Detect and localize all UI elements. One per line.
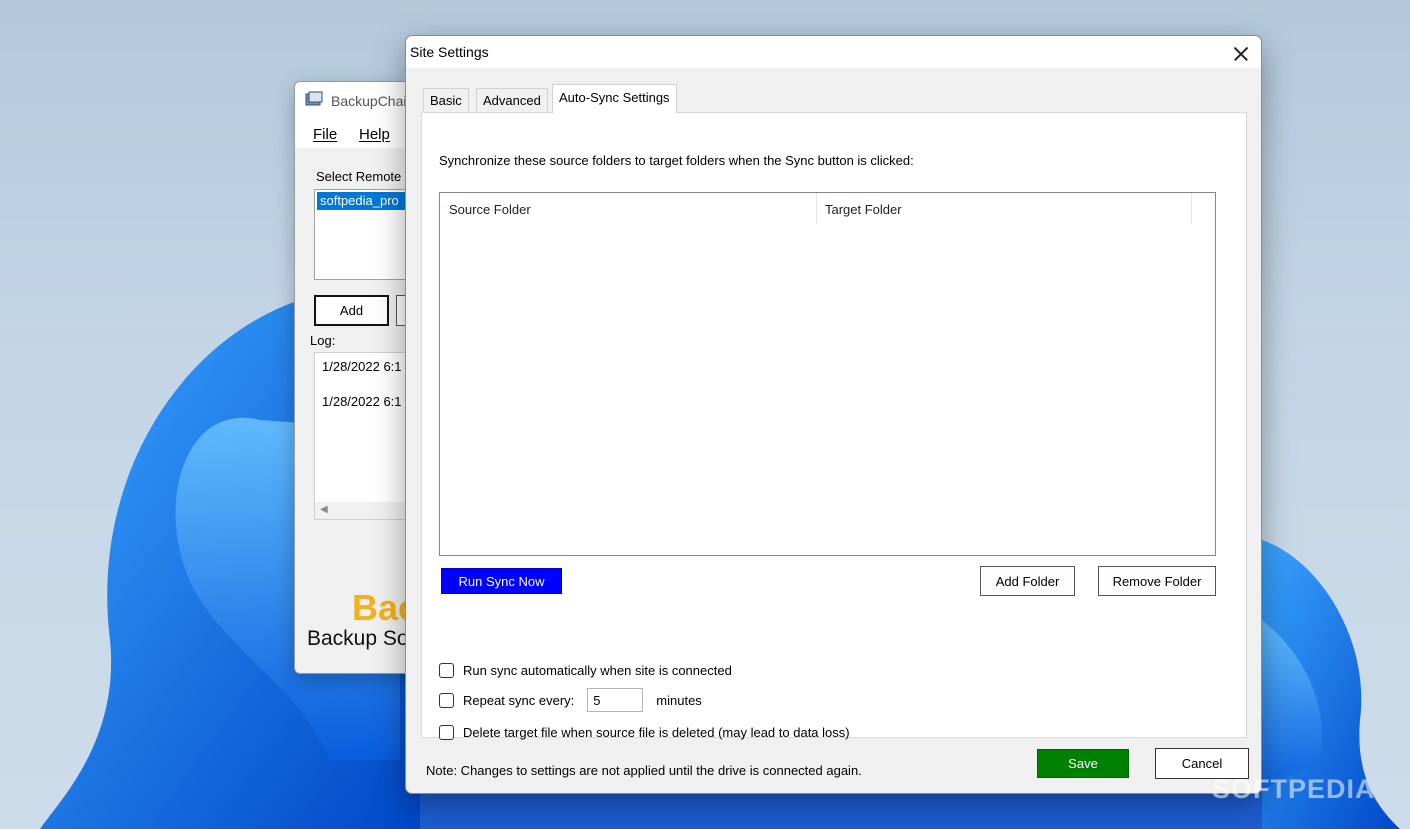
menu-help[interactable]: Help <box>359 126 390 143</box>
brand-subtitle: Backup So <box>307 627 409 650</box>
app-icon <box>305 91 323 106</box>
option-repeat-sync: Repeat sync every: minutes <box>439 686 702 714</box>
tab-advanced[interactable]: Advanced <box>476 88 548 112</box>
bg-window-title: BackupChai <box>331 93 407 109</box>
column-header-source-folder[interactable]: Source Folder <box>440 193 816 224</box>
repeat-sync-checkbox[interactable] <box>439 692 454 708</box>
softpedia-watermark: SOFTPEDIA <box>1212 774 1376 804</box>
select-remote-label: Select Remote <box>316 169 402 184</box>
column-header-target-folder[interactable]: Target Folder <box>816 193 1191 224</box>
repeat-sync-label: Repeat sync every: <box>463 692 575 708</box>
dialog-title: Site Settings <box>410 44 489 60</box>
option-delete-target: Delete target file when source file is d… <box>439 722 850 742</box>
tab-basic[interactable]: Basic <box>423 88 469 112</box>
settings-note: Note: Changes to settings are not applie… <box>426 763 862 778</box>
tab-auto-sync-settings[interactable]: Auto-Sync Settings <box>552 84 677 113</box>
repeat-unit-label: minutes <box>656 692 702 708</box>
log-line: 1/28/2022 6:1 <box>322 394 402 409</box>
folder-pairs-table[interactable]: Source Folder Target Folder <box>439 192 1216 556</box>
site-settings-dialog: Site Settings Basic Advanced Auto-Sync S… <box>405 35 1262 794</box>
option-run-on-connect: Run sync automatically when site is conn… <box>439 660 732 680</box>
auto-sync-panel: Synchronize these source folders to targ… <box>421 112 1247 740</box>
run-on-connect-checkbox[interactable] <box>439 662 454 678</box>
sync-description: Synchronize these source folders to targ… <box>439 153 914 168</box>
add-folder-button[interactable]: Add Folder <box>980 566 1075 596</box>
run-on-connect-label: Run sync automatically when site is conn… <box>463 662 732 678</box>
close-icon[interactable] <box>1229 42 1253 66</box>
delete-target-checkbox[interactable] <box>439 724 454 740</box>
delete-target-label: Delete target file when source file is d… <box>463 724 850 740</box>
run-sync-now-button[interactable]: Run Sync Now <box>441 568 562 594</box>
save-button[interactable]: Save <box>1037 749 1129 778</box>
remove-folder-button[interactable]: Remove Folder <box>1098 566 1216 596</box>
add-remote-button[interactable]: Add <box>314 295 389 326</box>
log-line: 1/28/2022 6:1 <box>322 359 402 374</box>
scroll-left-icon[interactable]: ◀ <box>320 504 328 515</box>
menu-file[interactable]: File <box>313 126 337 143</box>
column-divider[interactable] <box>1191 193 1192 224</box>
log-label: Log: <box>310 333 336 348</box>
dialog-titlebar: Site Settings <box>406 36 1261 68</box>
repeat-interval-input[interactable] <box>587 688 644 712</box>
